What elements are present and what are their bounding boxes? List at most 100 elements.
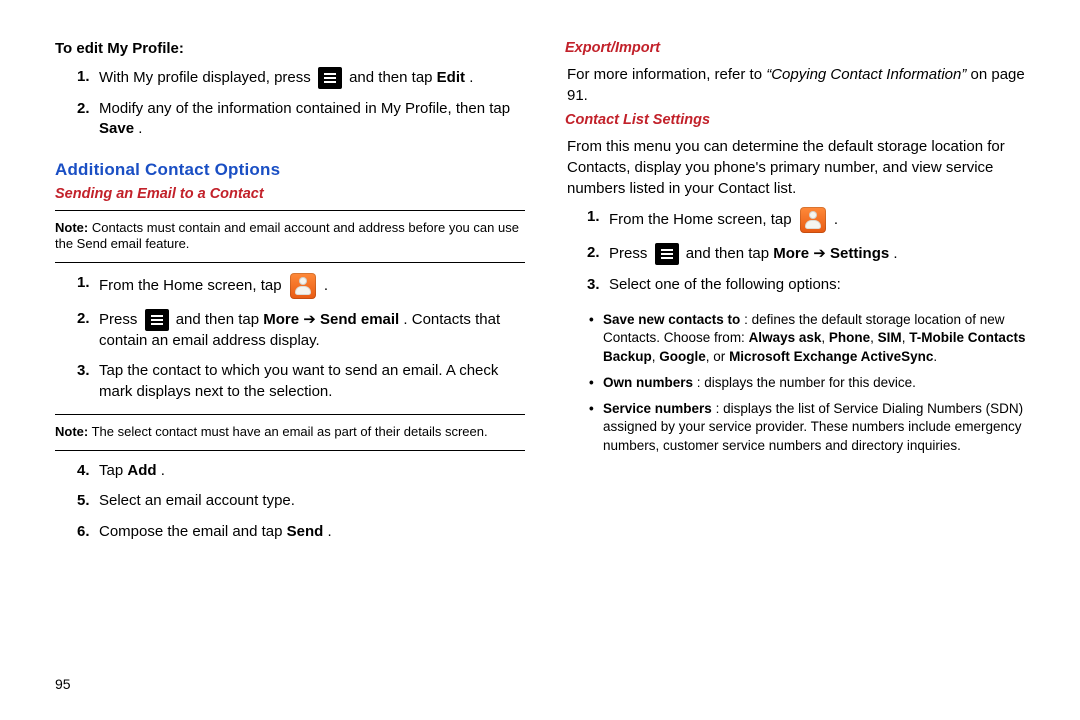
edit-profile-heading: To edit My Profile: [55,40,525,57]
bold-text: Phone [829,330,870,345]
menu-icon [318,67,342,89]
bold-text: Own numbers [603,375,693,390]
bullet-icon: • [589,400,603,455]
bold-text: More [773,245,809,262]
text: Tap [99,462,127,479]
menu-icon [145,309,169,331]
send-email-steps: 1. From the Home screen, tap . 2. Press … [55,269,525,408]
step-body: With My profile displayed, press and the… [99,67,525,89]
step-body: From the Home screen, tap . [609,207,1035,233]
contact-settings-steps: 1. From the Home screen, tap . 2. Press … [565,203,1035,301]
list-item: 2. Press and then tap More ➔ Send email … [55,305,525,357]
list-item: 5. Select an email account type. [55,487,525,517]
bold-text: Service numbers [603,401,712,416]
text: and then tap [686,245,774,262]
list-item: • Service numbers : displays the list of… [565,396,1035,459]
edit-profile-steps: 1. With My profile displayed, press and … [55,63,525,146]
right-column: Export/Import For more information, refe… [565,40,1035,700]
step-number: 1. [77,273,99,299]
bold-text: Microsoft Exchange ActiveSync [729,349,933,364]
step-body: Press and then tap More ➔ Send email . C… [99,309,525,351]
manual-page: To edit My Profile: 1. With My profile d… [0,0,1080,720]
text: . [834,211,838,228]
list-item: 2. Modify any of the information contain… [55,95,525,146]
text: : displays the number for this device. [697,375,916,390]
menu-icon [655,243,679,265]
text: From the Home screen, tap [99,277,286,294]
divider [55,414,525,415]
text: . [469,69,473,86]
note-text: The select contact must have an email as… [92,424,488,439]
divider [55,450,525,451]
step-body: Modify any of the information contained … [99,99,525,140]
bold-text: Send email [320,311,399,328]
step-number: 1. [587,207,609,233]
list-item: 1. From the Home screen, tap . [55,269,525,305]
section-heading: Additional Contact Options [55,160,525,180]
bullet-icon: • [589,311,603,366]
send-email-steps-continued: 4. Tap Add . 5. Select an email account … [55,457,525,548]
text: Press [99,311,142,328]
step-number: 3. [77,361,99,402]
step-number: 2. [77,99,99,140]
options-bullets: • Save new contacts to : defines the def… [565,307,1035,459]
step-body: Tap Add . [99,461,525,481]
list-item: 1. With My profile displayed, press and … [55,63,525,95]
list-item: 6. Compose the email and tap Send . [55,518,525,548]
step-number: 2. [587,243,609,265]
note-text: Contacts must contain and email account … [55,220,519,251]
text: Modify any of the information contained … [99,100,510,117]
text: and then tap [176,311,264,328]
step-body: Select one of the following options: [609,275,1035,295]
list-item: • Own numbers : displays the number for … [565,370,1035,396]
text: . [161,462,165,479]
bullet-body: Service numbers : displays the list of S… [603,400,1035,455]
text: , [821,330,829,345]
list-item: • Save new contacts to : defines the def… [565,307,1035,370]
bold-text: Save [99,120,134,137]
list-item: 3. Select one of the following options: [565,271,1035,301]
note-label: Note: [55,424,88,439]
bold-text: Add [127,462,156,479]
text: . [324,277,328,294]
step-number: 3. [587,275,609,295]
step-body: From the Home screen, tap . [99,273,525,299]
bullet-body: Save new contacts to : defines the defau… [603,311,1035,366]
bold-text: Edit [437,69,465,86]
step-number: 6. [77,522,99,542]
list-item: 2. Press and then tap More ➔ Settings . [565,239,1035,271]
step-number: 2. [77,309,99,351]
bullet-icon: • [589,374,603,392]
bold-text: Google [659,349,706,364]
contacts-app-icon [290,273,316,299]
italic-reference: “Copying Contact Information” [766,66,966,83]
text: With My profile displayed, press [99,69,315,86]
bold-text: Save new contacts to [603,312,740,327]
arrow: ➔ [813,245,830,262]
list-item: 4. Tap Add . [55,457,525,487]
divider [55,210,525,211]
text: , [870,330,878,345]
text: Press [609,245,652,262]
step-body: Press and then tap More ➔ Settings . [609,243,1035,265]
bullet-body: Own numbers : displays the number for th… [603,374,916,392]
text: . [138,120,142,137]
step-body: Compose the email and tap Send . [99,522,525,542]
paragraph: From this menu you can determine the def… [565,136,1035,199]
subsection-heading: Export/Import [565,40,1035,56]
list-item: 1. From the Home screen, tap . [565,203,1035,239]
step-number: 4. [77,461,99,481]
bold-text: Send [287,523,324,540]
note-label: Note: [55,220,88,235]
text: . [327,523,331,540]
bold-text: Always ask [749,330,822,345]
text: Compose the email and tap [99,523,287,540]
step-body: Select an email account type. [99,491,525,511]
divider [55,262,525,263]
text: , or [706,349,729,364]
bold-text: SIM [878,330,902,345]
bold-text: More [263,311,299,328]
contacts-app-icon [800,207,826,233]
step-body: Tap the contact to which you want to sen… [99,361,525,402]
text: From the Home screen, tap [609,211,796,228]
